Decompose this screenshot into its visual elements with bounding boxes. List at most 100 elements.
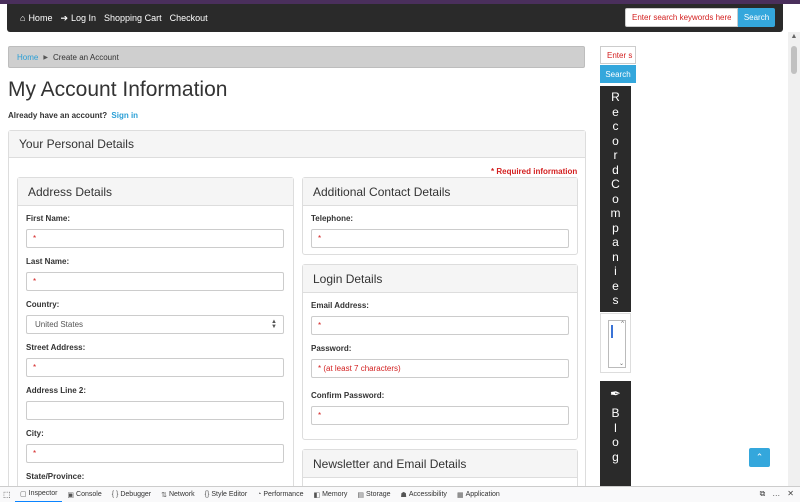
dock-icon[interactable]: ⧉	[760, 489, 766, 499]
breadcrumb: Home ▶ Create an Account	[8, 46, 585, 68]
back-to-top-icon[interactable]: ⌃	[749, 448, 770, 467]
nav-cart-label: Shopping Cart	[104, 13, 162, 23]
console-icon: ▣	[67, 491, 75, 499]
breadcrumb-separator-icon: ▶	[43, 54, 48, 61]
city-field[interactable]: *	[26, 444, 284, 463]
devtools-tab-console[interactable]: ▣ Console	[62, 487, 106, 502]
devtools-tab-label: Network	[168, 491, 195, 498]
record-companies-label: RecordCompanies	[600, 86, 631, 308]
country-label: Country:	[26, 300, 60, 309]
devtools-tab-label: Inspector	[28, 490, 58, 497]
devtools-tab-label: Performance	[263, 491, 304, 498]
record-companies-block[interactable]: RecordCompanies	[600, 86, 631, 312]
devtools-tab-debugger[interactable]: { } Debugger	[107, 487, 156, 502]
listbox-up-icon[interactable]: ^	[621, 321, 624, 327]
street-address-field[interactable]: *	[26, 358, 284, 377]
performance-icon: ◔	[257, 491, 262, 498]
devtools-tab-performance[interactable]: ◔ Performance	[252, 487, 308, 502]
app-window: ⌂ Home ➔ Log In Shopping Cart Checkout S…	[0, 0, 800, 502]
home-icon: ⌂	[20, 13, 26, 23]
top-navbar: ⌂ Home ➔ Log In Shopping Cart Checkout S…	[7, 4, 783, 32]
sidebar-search-input[interactable]: Enter s	[600, 46, 636, 64]
nav-login-label: Log In	[71, 13, 97, 23]
devtools-controls: ⧉ … ✕	[760, 489, 794, 499]
last-name-field[interactable]: *	[26, 272, 284, 291]
record-companies-char: n	[612, 249, 619, 264]
record-companies-char: o	[612, 133, 619, 148]
devtools-tab-storage[interactable]: ▤ Storage	[352, 487, 395, 502]
style-editor-icon: {}	[204, 491, 210, 498]
login-details-panel: Login Details Email Address: * Password:…	[302, 264, 578, 440]
address-line2-field[interactable]	[26, 401, 284, 420]
feather-icon: ✒	[610, 386, 621, 401]
record-companies-char: c	[612, 119, 619, 133]
memory-icon: ◧	[313, 491, 321, 499]
record-companies-char: a	[612, 235, 619, 249]
select-arrows-icon: ▲ ▼	[271, 319, 277, 330]
page-scrollbar[interactable]: ▲	[788, 32, 800, 486]
telephone-label: Telephone:	[311, 214, 354, 223]
devtools-tab-inspector[interactable]: ▢ Inspector	[15, 487, 63, 502]
record-companies-char: R	[611, 90, 620, 104]
inspector-icon: ▢	[20, 490, 27, 498]
telephone-field[interactable]: *	[311, 229, 569, 248]
scroll-thumb[interactable]	[791, 46, 797, 74]
already-account-label: Already have an account?	[8, 111, 108, 120]
devtools-tab-memory[interactable]: ◧ Memory	[308, 487, 352, 502]
devtools-tab-label: Style Editor	[211, 491, 248, 498]
page-title: My Account Information	[8, 78, 228, 101]
record-companies-char: m	[610, 206, 621, 220]
record-companies-char: d	[612, 162, 619, 177]
record-companies-char: C	[611, 177, 620, 191]
email-field[interactable]: *	[311, 316, 569, 335]
already-account-text: Already have an account? Sign in	[8, 111, 138, 120]
nav-home-link[interactable]: ⌂ Home	[20, 13, 52, 23]
blog-char: l	[614, 420, 617, 435]
application-icon: ▦	[456, 491, 464, 499]
listbox-down-icon[interactable]: ⌄	[619, 360, 624, 367]
blog-block[interactable]: ✒ Blog	[600, 381, 631, 486]
confirm-password-field[interactable]: *	[311, 406, 569, 425]
network-icon: ⇅	[161, 491, 167, 499]
breadcrumb-home-link[interactable]: Home	[17, 53, 38, 62]
record-companies-listbox: ^ ⌄	[600, 313, 631, 373]
country-select[interactable]: United States ▲ ▼	[26, 315, 284, 334]
search-input[interactable]	[625, 8, 738, 27]
blog-char: g	[612, 449, 619, 464]
devtools-tab-style-editor[interactable]: {} Style Editor	[200, 487, 252, 502]
search-button[interactable]: Search	[738, 8, 775, 27]
nav-login-link[interactable]: ➔ Log In	[60, 13, 96, 24]
sign-in-link[interactable]: Sign in	[111, 111, 138, 120]
contact-details-title: Additional Contact Details	[303, 178, 577, 206]
listbox-select[interactable]: ^ ⌄	[608, 320, 626, 368]
breadcrumb-current: Create an Account	[52, 52, 119, 62]
personal-details-title: Your Personal Details	[9, 131, 585, 158]
nav-cart-link[interactable]: Shopping Cart	[104, 13, 162, 23]
required-info-note: * Required information	[491, 167, 578, 176]
first-name-field[interactable]: *	[26, 229, 284, 248]
last-name-label: Last Name:	[26, 257, 70, 266]
close-devtools-icon[interactable]: ✕	[787, 489, 794, 499]
element-picker-icon[interactable]: ⬚	[3, 490, 15, 499]
more-options-icon[interactable]: …	[772, 489, 780, 499]
sidebar-search-button[interactable]: Search	[600, 65, 636, 83]
address-details-title: Address Details	[18, 178, 293, 206]
password-label: Password:	[311, 344, 352, 353]
scroll-up-icon[interactable]: ▲	[788, 32, 800, 42]
nav-checkout-link[interactable]: Checkout	[170, 13, 208, 23]
devtools-toolbar: ⬚ ▢ Inspector ▣ Console{ } Debugger ⇅ Network{…	[0, 486, 800, 502]
address-line2-label: Address Line 2:	[26, 386, 87, 395]
nav-checkout-label: Checkout	[169, 13, 208, 23]
devtools-tab-label: Memory	[322, 491, 348, 498]
record-companies-char: s	[612, 293, 619, 307]
address-details-panel: Address Details First Name: * Last Name:…	[17, 177, 294, 497]
password-field[interactable]: * (at least 7 characters)	[311, 359, 569, 378]
sign-in-icon: ➔	[60, 12, 68, 23]
accessibility-icon: ☗	[400, 491, 407, 499]
devtools-tab-application[interactable]: ▦ Application	[452, 487, 505, 502]
devtools-tab-label: Console	[76, 491, 102, 498]
devtools-tab-accessibility[interactable]: ☗ Accessibility	[396, 487, 452, 502]
listbox-cursor	[611, 325, 613, 338]
devtools-tab-network[interactable]: ⇅ Network	[156, 487, 200, 502]
record-companies-char: e	[612, 104, 619, 119]
